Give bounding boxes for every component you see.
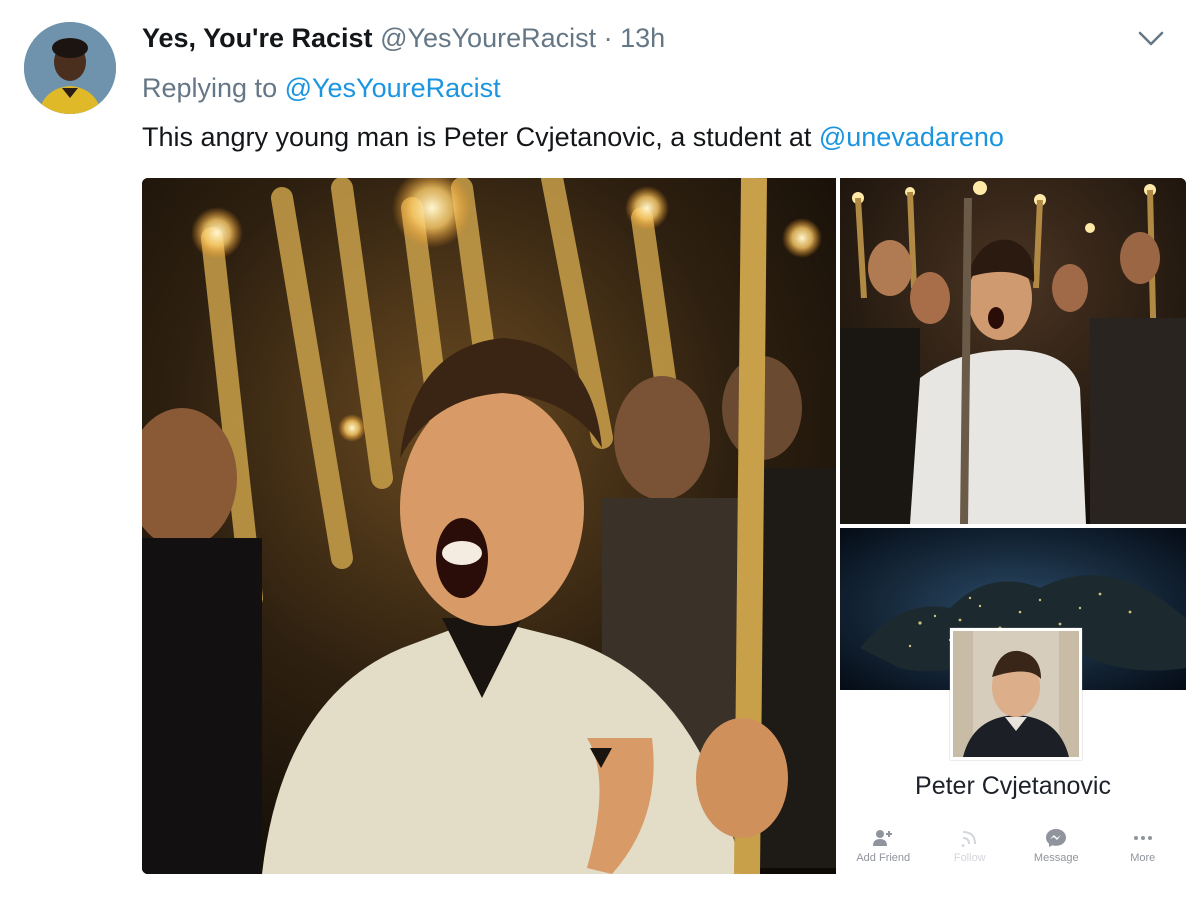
- add-friend-button[interactable]: Add Friend: [843, 828, 923, 874]
- message-icon: [1046, 829, 1067, 847]
- avatar[interactable]: [24, 22, 116, 114]
- more-button[interactable]: More: [1103, 828, 1183, 874]
- tweet-body: This angry young man is Peter Cvjetanovi…: [142, 122, 819, 152]
- more-label: More: [1130, 852, 1156, 864]
- media-grid: Peter Cvjetanovic Add Friend Follow Mess…: [142, 178, 1186, 874]
- chevron-down-icon[interactable]: [1136, 26, 1166, 50]
- photo-main[interactable]: [142, 178, 842, 874]
- mention-link[interactable]: @unevadareno: [819, 122, 1004, 152]
- profile-picture[interactable]: [950, 628, 1082, 760]
- photo-secondary[interactable]: [840, 178, 1186, 525]
- add-friend-icon: [873, 830, 893, 846]
- profile-name[interactable]: Peter Cvjetanovic: [840, 772, 1186, 801]
- follow-button[interactable]: Follow: [930, 828, 1010, 874]
- follow-icon: [961, 831, 976, 847]
- add-friend-label: Add Friend: [856, 852, 911, 864]
- message-label: Message: [1033, 852, 1079, 864]
- tweet-text: This angry young man is Peter Cvjetanovi…: [142, 119, 1004, 155]
- reply-handle-link[interactable]: @YesYoureRacist: [285, 73, 501, 103]
- more-icon: [1133, 836, 1152, 840]
- separator-dot: ·: [603, 23, 613, 53]
- tweet-header: Yes, You're Racist @YesYoureRacist · 13h: [142, 20, 665, 56]
- replying-to: Replying to @YesYoureRacist: [142, 70, 501, 106]
- tweet-timestamp[interactable]: 13h: [620, 23, 665, 53]
- tweet: Yes, You're Racist @YesYoureRacist · 13h…: [0, 0, 1200, 900]
- profile-card[interactable]: Peter Cvjetanovic Add Friend Follow Mess…: [840, 528, 1186, 874]
- replying-prefix: Replying to: [142, 73, 285, 103]
- profile-actions: Add Friend Follow Message More: [840, 828, 1186, 874]
- follow-label: Follow: [953, 852, 986, 864]
- display-name[interactable]: Yes, You're Racist: [142, 23, 373, 53]
- message-button[interactable]: Message: [1016, 828, 1096, 874]
- user-handle[interactable]: @YesYoureRacist: [380, 23, 596, 53]
